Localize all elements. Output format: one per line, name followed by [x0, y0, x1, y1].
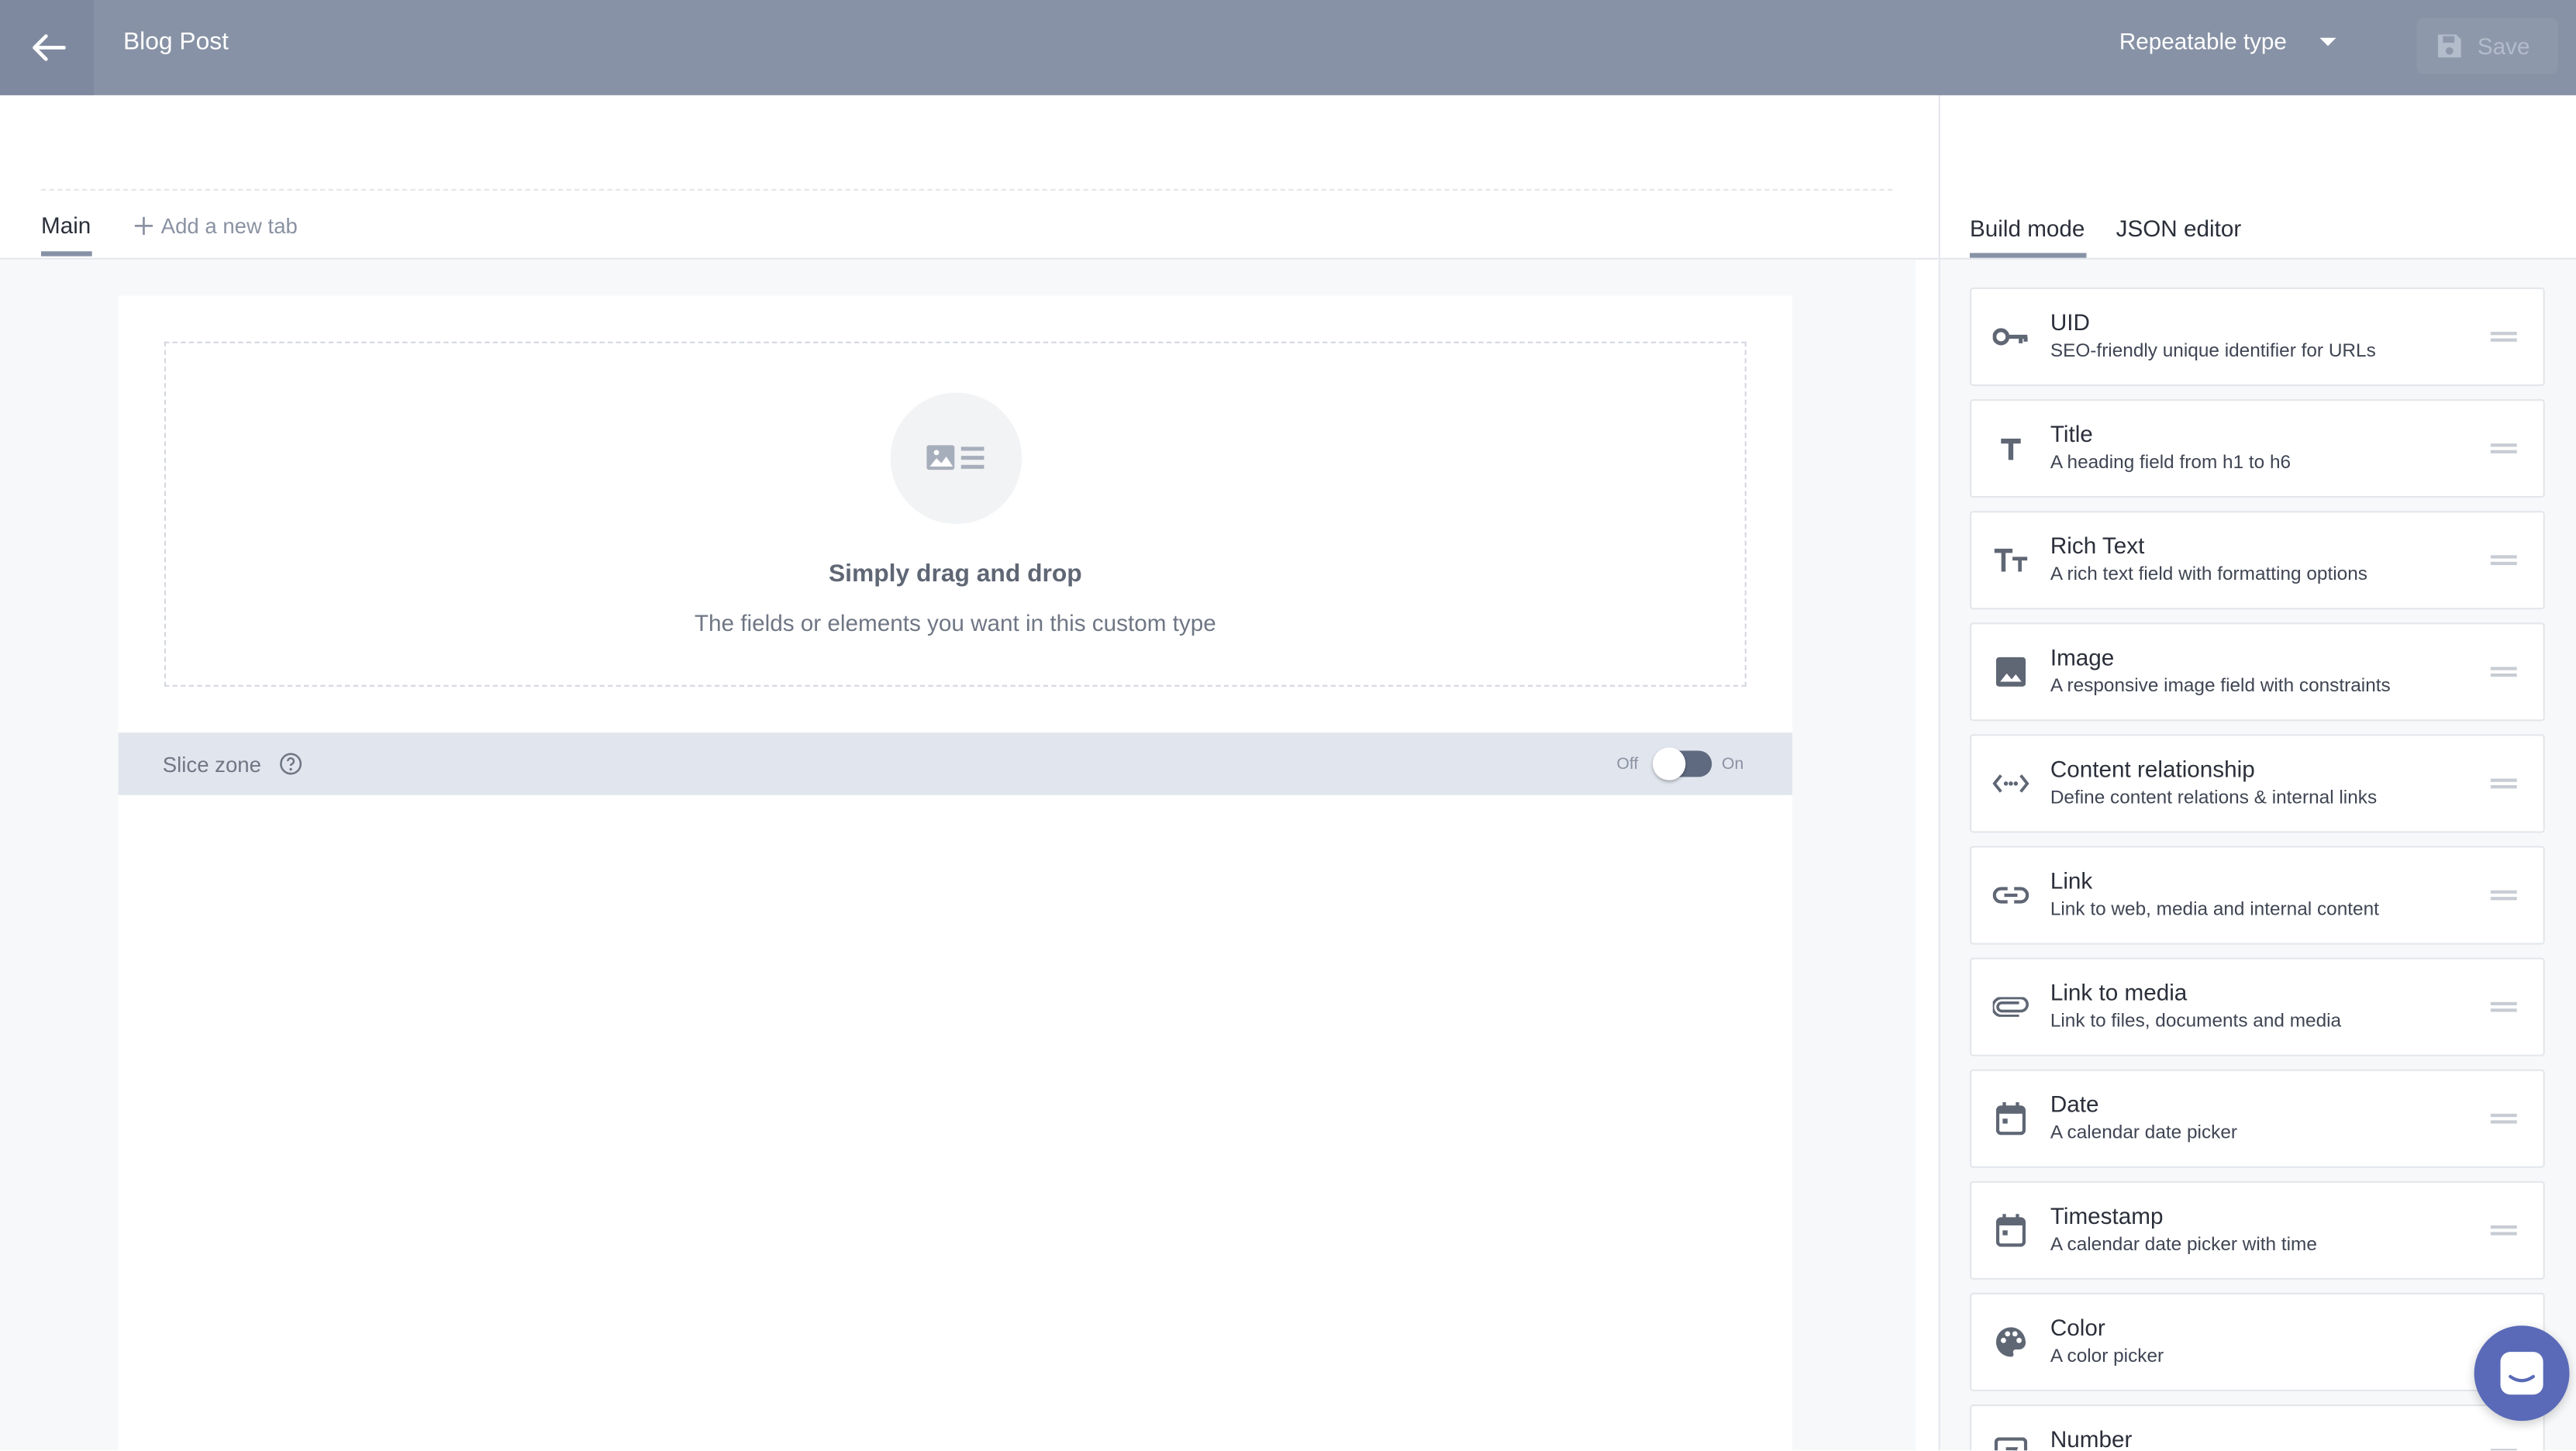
relationship-icon	[1992, 766, 2029, 802]
field-name: Number	[2050, 1425, 2133, 1451]
drag-handle-icon[interactable]	[2490, 667, 2517, 677]
drag-handle-icon[interactable]	[2490, 332, 2517, 342]
title-icon	[1993, 430, 2029, 467]
field-card-uid[interactable]: UID SEO-friendly unique identifier for U…	[1969, 287, 2545, 387]
field-card-color[interactable]: Color A color picker	[1969, 1292, 2545, 1392]
chat-widget-button[interactable]	[2474, 1325, 2570, 1422]
tab-json-editor[interactable]: JSON editor	[2116, 215, 2242, 242]
field-name: Content relationship	[2050, 755, 2255, 782]
field-description: A calendar date picker with time	[2050, 1235, 2317, 1256]
dropzone-title: Simply drag and drop	[828, 560, 1082, 588]
calendar-icon	[1993, 1212, 2029, 1249]
field-name: Title	[2050, 420, 2093, 447]
drag-handle-icon[interactable]	[2490, 555, 2517, 565]
palette-icon	[1993, 1324, 2029, 1360]
field-description: A calendar date picker	[2050, 1123, 2238, 1144]
link-icon	[1992, 877, 2029, 914]
plus-icon	[134, 216, 153, 236]
custom-type-select-value: Repeatable type	[2119, 28, 2287, 54]
image-icon	[1993, 653, 2029, 690]
save-label: Save	[2477, 33, 2530, 60]
caret-down-icon	[2319, 37, 2336, 47]
drag-handle-icon[interactable]	[2490, 890, 2517, 901]
tab-main[interactable]: Main	[41, 212, 91, 238]
drag-handle-icon[interactable]	[2490, 1113, 2517, 1124]
field-description: A color picker	[2050, 1346, 2164, 1367]
top-bar: Blog Post Repeatable type Save	[0, 0, 2576, 95]
slice-zone-bar: Slice zone Off On	[118, 732, 1793, 795]
field-description: A rich text field with formatting option…	[2050, 565, 2367, 585]
save-button[interactable]: Save	[2416, 18, 2558, 74]
field-name: Color	[2050, 1314, 2105, 1341]
key-icon	[1992, 319, 2029, 355]
toggle-off-label: Off	[1616, 755, 1639, 774]
drag-handle-icon[interactable]	[2490, 1001, 2517, 1012]
page-title: Blog Post	[122, 28, 229, 57]
divider	[1940, 257, 2576, 260]
field-card-content-relationship[interactable]: Content relationship Define content rela…	[1969, 734, 2545, 833]
field-name: Link	[2050, 867, 2093, 894]
back-button[interactable]	[0, 0, 94, 95]
rich-text-icon	[1993, 542, 2029, 578]
active-tab-indicator	[40, 251, 92, 257]
tabs-bar: Main Add a new tab	[0, 95, 1939, 260]
field-name: Image	[2050, 643, 2115, 670]
field-description: Link to files, documents and media	[2050, 1012, 2342, 1032]
floppy-disk-icon	[2437, 34, 2461, 58]
slice-zone-label: Slice zone	[162, 752, 261, 777]
slice-zone-toggle[interactable]	[1652, 747, 1712, 781]
drag-handle-icon[interactable]	[2490, 778, 2517, 789]
field-card-title[interactable]: Title A heading field from h1 to h6	[1969, 398, 2545, 498]
field-description: A heading field from h1 to h6	[2050, 453, 2292, 474]
field-card-timestamp[interactable]: Timestamp A calendar date picker with ti…	[1969, 1180, 2545, 1280]
add-tab-button[interactable]: Add a new tab	[134, 213, 298, 239]
field-description: SEO-friendly unique identifier for URLs	[2050, 341, 2376, 362]
paperclip-icon	[1992, 989, 2029, 1025]
field-description: Define content relations & internal link…	[2050, 788, 2378, 808]
field-name: Link to media	[2050, 979, 2188, 1005]
chat-icon	[2500, 1352, 2543, 1395]
drag-handle-icon[interactable]	[2490, 1225, 2517, 1236]
custom-type-select[interactable]: Repeatable type	[2119, 28, 2340, 54]
field-name: Date	[2050, 1091, 2099, 1118]
drag-drop-icon	[926, 445, 985, 470]
app-root: Blog Post Repeatable type Save Main Add …	[0, 0, 2576, 1451]
drag-handle-icon[interactable]	[2490, 443, 2517, 453]
dropzone-subtitle: The fields or elements you want in this …	[694, 609, 1216, 636]
help-icon[interactable]	[279, 753, 302, 776]
field-description: Link to web, media and internal content	[2050, 900, 2379, 920]
field-card-image[interactable]: Image A responsive image field with cons…	[1969, 622, 2545, 722]
field-card-number[interactable]: Number	[1969, 1404, 2545, 1451]
field-card-link[interactable]: Link Link to web, media and internal con…	[1969, 846, 2545, 945]
field-name: UID	[2050, 308, 2090, 336]
dropzone-icon-wrapper	[890, 392, 1022, 525]
number-icon	[1993, 1435, 2029, 1451]
field-name: Rich Text	[2050, 532, 2145, 559]
drag-handle-icon[interactable]	[2490, 1449, 2517, 1451]
field-card-link-to-media[interactable]: Link to media Link to files, documents a…	[1969, 957, 2545, 1056]
field-card-date[interactable]: Date A calendar date picker	[1969, 1069, 2545, 1168]
calendar-icon	[1993, 1101, 2029, 1137]
toggle-on-label: On	[1721, 755, 1744, 774]
divider	[40, 188, 1893, 191]
field-description: A responsive image field with constraint…	[2050, 677, 2391, 697]
field-dropzone[interactable]: Simply drag and drop The fields or eleme…	[164, 341, 1747, 687]
toggle-knob	[1652, 747, 1686, 781]
arrow-left-icon	[32, 34, 65, 61]
tab-build-mode[interactable]: Build mode	[1970, 215, 2085, 242]
field-name: Timestamp	[2050, 1202, 2164, 1229]
field-card-rich-text[interactable]: Rich Text A rich text field with formatt…	[1969, 511, 2545, 610]
add-tab-label: Add a new tab	[160, 213, 298, 239]
